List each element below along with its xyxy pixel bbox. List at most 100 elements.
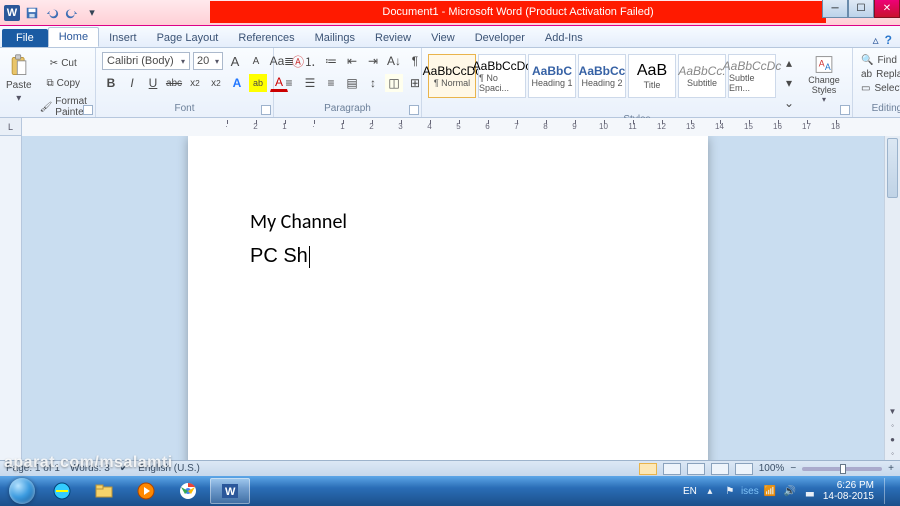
tray-battery-icon[interactable]: ▃ <box>803 484 817 498</box>
taskbar-explorer[interactable] <box>84 478 124 504</box>
tab-mailings[interactable]: Mailings <box>305 29 365 47</box>
tray-network-icon[interactable]: 📶 <box>763 484 777 498</box>
start-button[interactable] <box>4 476 40 506</box>
minimize-button[interactable]: ─ <box>822 0 848 18</box>
vertical-ruler[interactable] <box>0 136 22 460</box>
tab-home[interactable]: Home <box>48 27 99 47</box>
font-launcher[interactable] <box>261 105 271 115</box>
undo-icon[interactable] <box>44 5 60 21</box>
style-heading2[interactable]: AaBbCcHeading 2 <box>578 54 626 98</box>
show-desktop-button[interactable] <box>884 478 892 504</box>
zoom-slider[interactable] <box>802 467 882 471</box>
tab-insert[interactable]: Insert <box>99 29 147 47</box>
zoom-in-button[interactable]: + <box>888 463 894 474</box>
tray-show-hidden-icon[interactable]: ▴ <box>703 484 717 498</box>
styles-launcher[interactable] <box>840 105 850 115</box>
styles-more[interactable]: ⌄ <box>780 94 798 112</box>
tray-language[interactable]: EN <box>683 486 697 497</box>
tab-page-layout[interactable]: Page Layout <box>147 29 229 47</box>
shading-button[interactable]: ◫ <box>385 74 403 92</box>
line-spacing-button[interactable]: ↕ <box>364 74 382 92</box>
view-draft[interactable] <box>735 463 753 475</box>
paragraph-launcher[interactable] <box>409 105 419 115</box>
clipboard-launcher[interactable] <box>83 105 93 115</box>
zoom-level[interactable]: 100% <box>759 463 785 474</box>
subscript-button[interactable]: x2 <box>186 74 204 92</box>
taskbar-wmp[interactable] <box>126 478 166 504</box>
tab-developer[interactable]: Developer <box>465 29 535 47</box>
superscript-button[interactable]: x2 <box>207 74 225 92</box>
paste-button[interactable]: Paste ▾ <box>6 52 32 104</box>
taskbar-chrome[interactable] <box>168 478 208 504</box>
bullets-button[interactable]: ≣ <box>280 52 298 70</box>
qat-customize-icon[interactable]: ▾ <box>84 5 100 21</box>
vertical-scrollbar[interactable]: ▲ ▼ ◦ ● ◦ <box>884 136 900 460</box>
horizontal-ruler[interactable]: ·21· 1234 5678 9101112 13141516 1718 <box>22 118 900 136</box>
doc-line-2[interactable]: PC Sh <box>250 244 646 268</box>
sort-button[interactable]: A↓ <box>385 52 403 70</box>
tray-clock[interactable]: 6:26 PM 14-08-2015 <box>823 480 874 502</box>
minimize-ribbon-icon[interactable]: ▵ <box>873 33 879 47</box>
scroll-down-icon[interactable]: ▼ <box>885 404 900 418</box>
decrease-indent-button[interactable]: ⇤ <box>343 52 361 70</box>
close-button[interactable]: ✕ <box>874 0 900 18</box>
tab-file[interactable]: File <box>2 29 48 47</box>
doc-line-1[interactable]: My Channel <box>250 210 646 234</box>
align-left-button[interactable]: ≡ <box>280 74 298 92</box>
copy-button[interactable]: ⧉Copy <box>36 74 91 92</box>
redo-icon[interactable] <box>64 5 80 21</box>
taskbar-ie[interactable] <box>42 478 82 504</box>
text-effects-button[interactable]: A <box>228 74 246 92</box>
styles-row-down[interactable]: ▾ <box>780 74 798 92</box>
bold-button[interactable]: B <box>102 74 120 92</box>
strikethrough-button[interactable]: abc <box>165 74 183 92</box>
next-page-icon[interactable]: ◦ <box>885 446 900 460</box>
cut-button[interactable]: ✂Cut <box>36 54 91 72</box>
word-app-icon[interactable]: W <box>4 5 20 21</box>
tab-references[interactable]: References <box>228 29 304 47</box>
find-button[interactable]: 🔍Find▾ <box>859 54 900 67</box>
multilevel-button[interactable]: ≔ <box>322 52 340 70</box>
scroll-thumb[interactable] <box>887 138 898 198</box>
tab-selector[interactable]: L <box>0 118 22 136</box>
numbering-button[interactable]: ⒈ <box>301 52 319 70</box>
highlight-button[interactable]: ab <box>249 74 267 92</box>
maximize-button[interactable]: ☐ <box>848 0 874 18</box>
style-subtle-em[interactable]: AaBbCcDcSubtle Em... <box>728 54 776 98</box>
tray-volume-icon[interactable]: 🔊 <box>783 484 797 498</box>
align-right-button[interactable]: ≡ <box>322 74 340 92</box>
prev-page-icon[interactable]: ◦ <box>885 418 900 432</box>
document-page[interactable]: My Channel PC Sh <box>188 136 708 460</box>
tab-add-ins[interactable]: Add-Ins <box>535 29 593 47</box>
save-icon[interactable] <box>24 5 40 21</box>
tab-view[interactable]: View <box>421 29 465 47</box>
zoom-out-button[interactable]: − <box>790 463 796 474</box>
styles-gallery[interactable]: AaBbCcDc¶ Normal AaBbCcDc¶ No Spaci... A… <box>428 52 798 112</box>
font-size-combo[interactable]: 20▾ <box>193 52 223 70</box>
help-icon[interactable]: ? <box>885 33 892 47</box>
view-full-screen[interactable] <box>663 463 681 475</box>
style-heading1[interactable]: AaBbCHeading 1 <box>528 54 576 98</box>
tab-review[interactable]: Review <box>365 29 421 47</box>
select-button[interactable]: ▭Select▾ <box>859 82 900 95</box>
style-subtitle[interactable]: AaBbCc.Subtitle <box>678 54 726 98</box>
style-normal[interactable]: AaBbCcDc¶ Normal <box>428 54 476 98</box>
justify-button[interactable]: ▤ <box>343 74 361 92</box>
view-outline[interactable] <box>711 463 729 475</box>
italic-button[interactable]: I <box>123 74 141 92</box>
increase-indent-button[interactable]: ⇥ <box>364 52 382 70</box>
shrink-font-button[interactable]: A <box>247 52 265 70</box>
view-web-layout[interactable] <box>687 463 705 475</box>
style-title[interactable]: AaBTitle <box>628 54 676 98</box>
browse-object-icon[interactable]: ● <box>885 432 900 446</box>
change-styles-button[interactable]: AA Change Styles▾ <box>802 52 846 104</box>
underline-button[interactable]: U <box>144 74 162 92</box>
style-no-spacing[interactable]: AaBbCcDc¶ No Spaci... <box>478 54 526 98</box>
align-center-button[interactable]: ☰ <box>301 74 319 92</box>
replace-button[interactable]: abReplace <box>859 68 900 81</box>
grow-font-button[interactable]: A <box>226 52 244 70</box>
view-print-layout[interactable] <box>639 463 657 475</box>
font-name-combo[interactable]: Calibri (Body)▾ <box>102 52 190 70</box>
tray-bt-icon[interactable]: ises <box>743 484 757 498</box>
zoom-thumb[interactable] <box>840 464 846 474</box>
